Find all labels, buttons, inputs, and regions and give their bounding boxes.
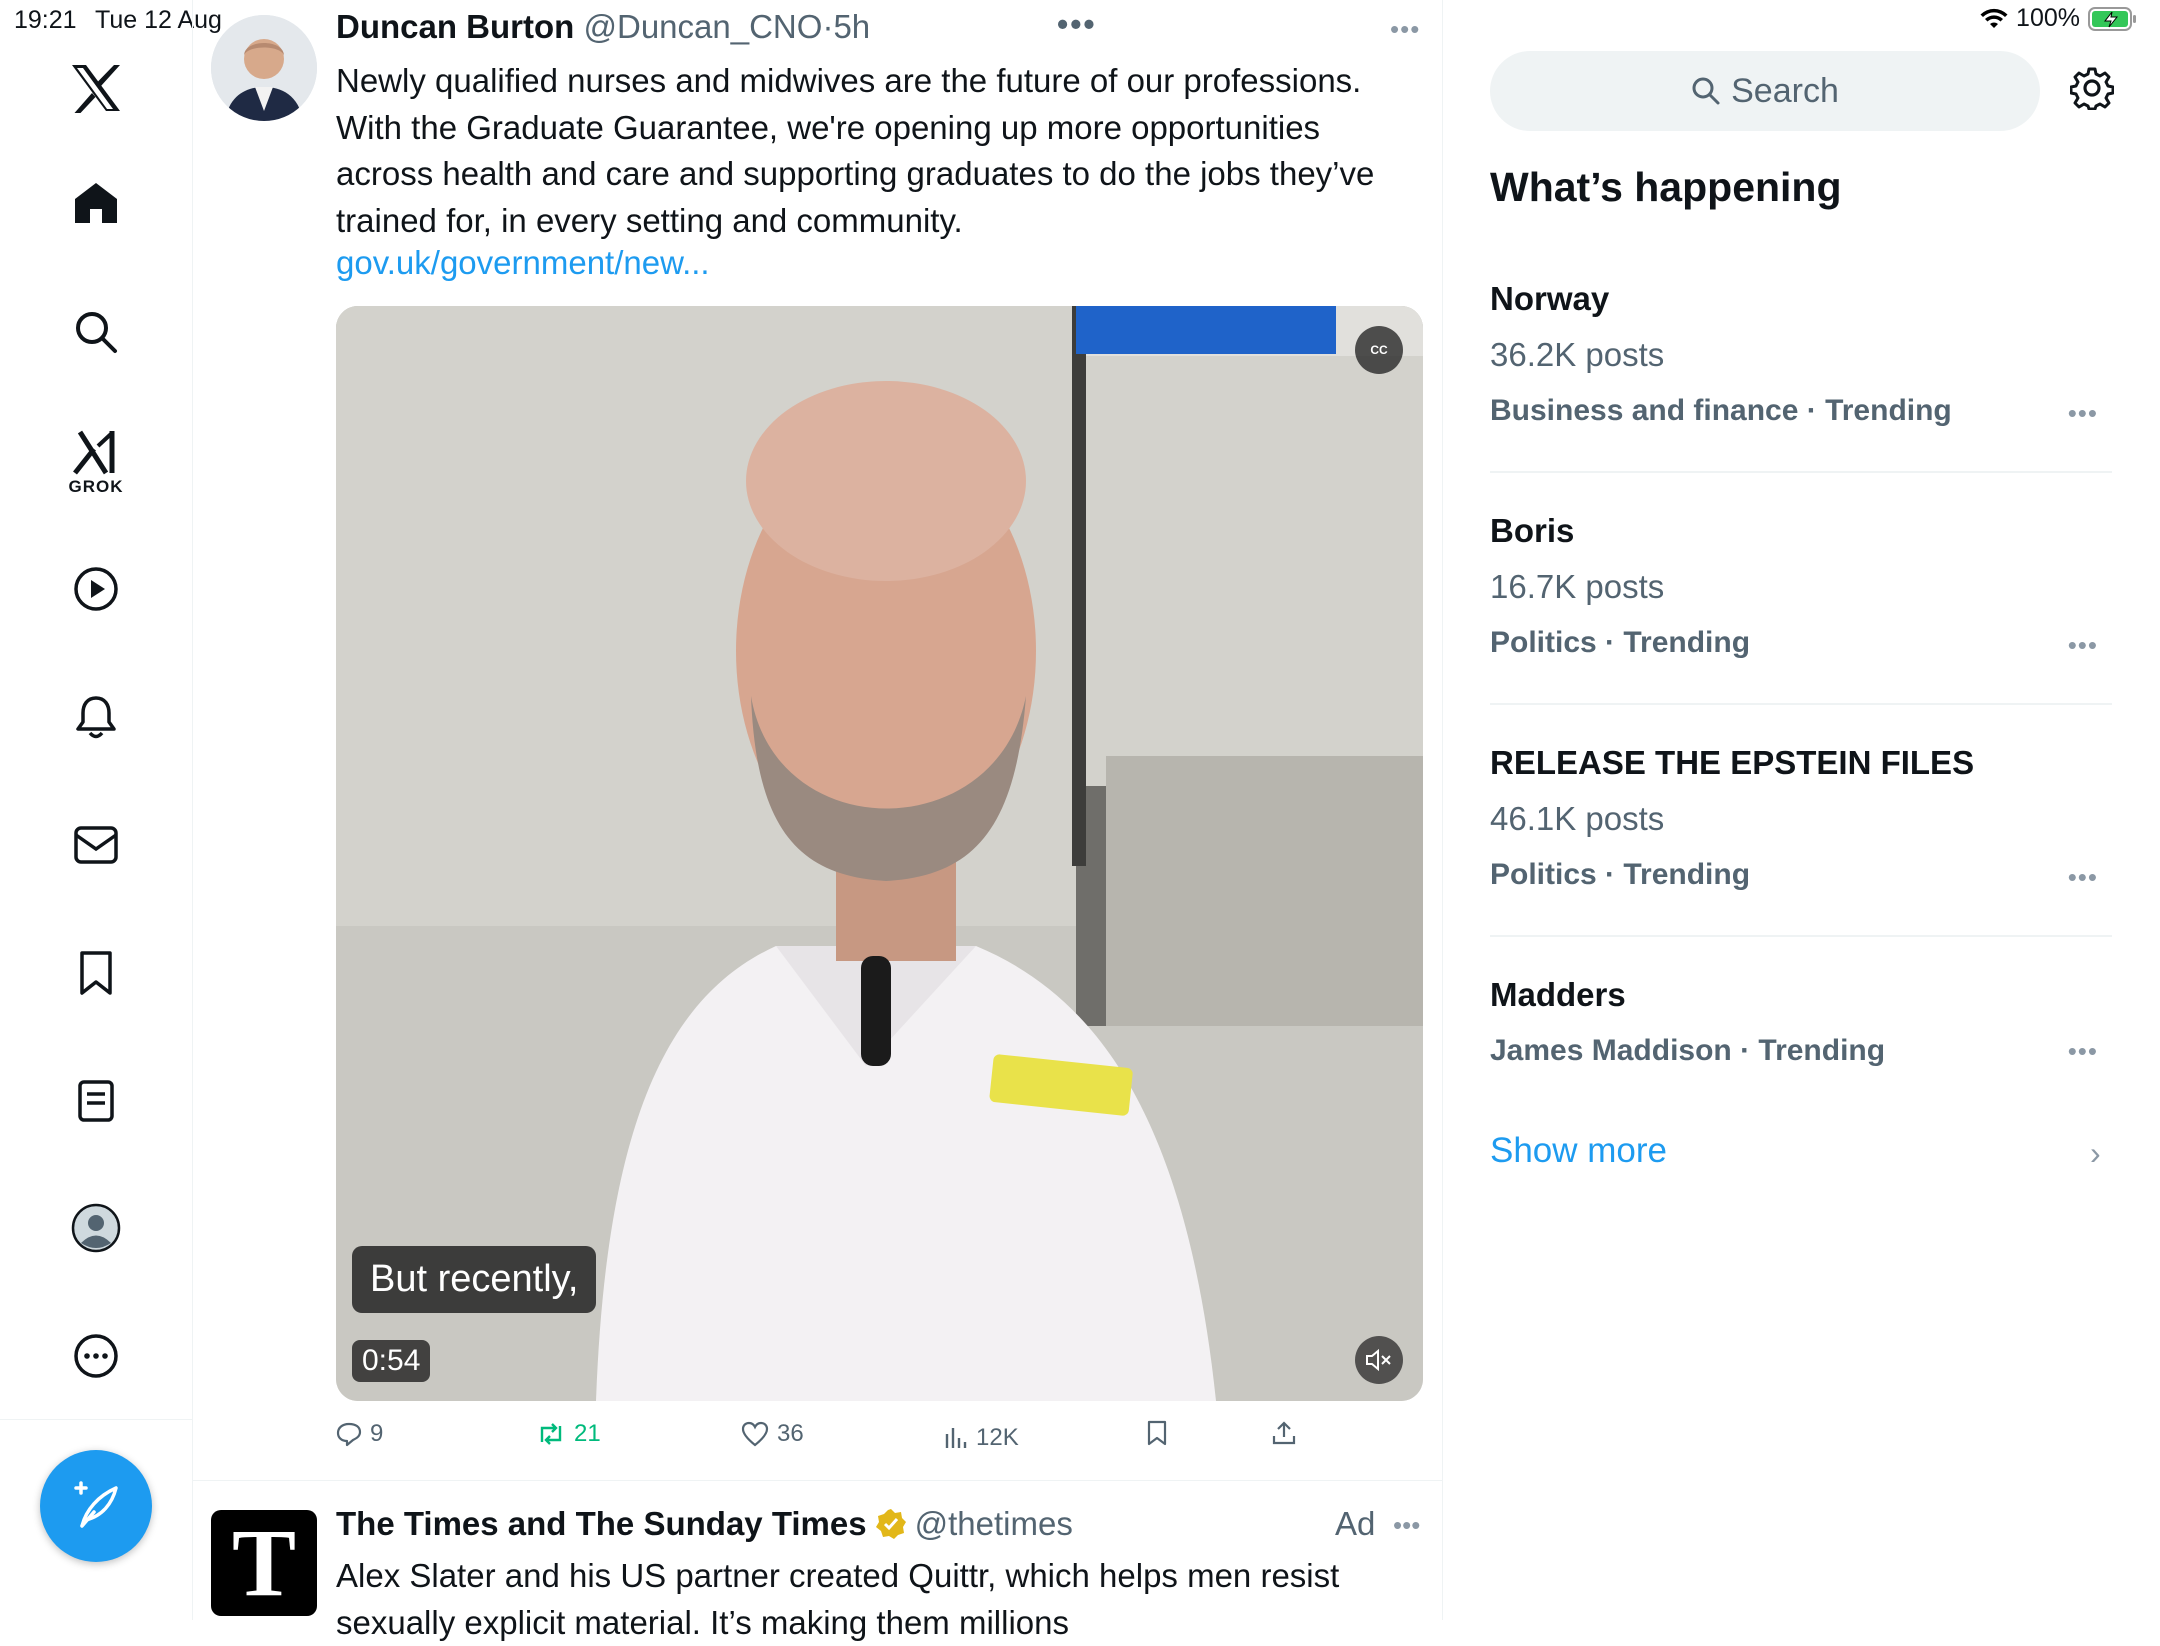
ad-author-name[interactable]: The Times and The Sunday Times — [336, 1505, 867, 1543]
notifications-icon[interactable] — [66, 687, 126, 747]
reply-icon — [336, 1422, 362, 1447]
ad-header: The Times and The Sunday Times @thetimes — [336, 1505, 1073, 1543]
speaker-muted-icon — [1366, 1348, 1391, 1372]
more-icon[interactable] — [66, 1326, 126, 1386]
video-player[interactable]: CC But recently, 0:54 — [336, 306, 1423, 1401]
heart-icon — [741, 1421, 769, 1447]
trend-divider — [1490, 935, 2112, 937]
messages-icon[interactable] — [66, 815, 126, 875]
trend-title: Norway — [1490, 280, 1610, 317]
battery-icon — [2088, 6, 2138, 32]
home-icon[interactable] — [66, 173, 126, 233]
view-count: 12K — [976, 1424, 1019, 1451]
verified-badge-icon — [875, 1509, 906, 1539]
search-placeholder: Search — [1731, 71, 1839, 110]
video-frame — [336, 306, 1423, 1401]
retweet-icon — [540, 1423, 562, 1445]
author-name[interactable]: Duncan Burton — [336, 8, 574, 45]
bookmarks-icon[interactable] — [66, 943, 126, 1003]
trend-more-icon[interactable]: ••• — [2068, 1036, 2098, 1067]
trend-item[interactable]: RELEASE THE EPSTEIN FILES 46.1K posts Po… — [1490, 744, 2110, 892]
left-nav: GROK — [0, 0, 193, 1620]
grok-icon[interactable] — [66, 422, 126, 482]
reply-count: 9 — [370, 1420, 384, 1447]
video-caption: But recently, — [352, 1246, 597, 1313]
tweet-link[interactable]: gov.uk/government/new... — [336, 244, 710, 282]
compose-quill-icon — [74, 1481, 118, 1528]
tweet-text: Newly qualified nurses and midwives are … — [336, 62, 1375, 239]
trend-posts: 16.7K posts — [1490, 568, 1665, 605]
tweet-actions: 9 21 36 12K — [336, 1420, 1416, 1460]
ad-label: Ad — [1335, 1505, 1376, 1542]
trend-item[interactable]: Boris 16.7K posts Politics · Trending ••… — [1490, 512, 2110, 660]
trend-divider — [1490, 703, 2112, 705]
x-logo-icon[interactable] — [66, 58, 126, 118]
trend-divider — [1490, 471, 2112, 473]
show-more-link[interactable]: Show more — [1490, 1131, 1667, 1171]
avatar[interactable] — [211, 15, 317, 121]
ad-more-icon[interactable]: ••• — [1393, 1510, 1420, 1541]
trend-more-icon[interactable]: ••• — [2068, 630, 2098, 661]
trend-title: Boris — [1490, 512, 1575, 549]
grok-label: GROK — [68, 477, 124, 496]
retweet-count: 21 — [574, 1420, 601, 1447]
wifi-icon — [1980, 8, 2008, 30]
reply-button[interactable]: 9 — [336, 1420, 383, 1448]
drag-handle-icon[interactable]: ••• — [1057, 6, 1097, 43]
section-title: What’s happening — [1490, 164, 1842, 210]
trend-more-icon[interactable]: ••• — [2068, 398, 2098, 429]
trend-category: Business and finance · Trending — [1490, 394, 1952, 427]
battery-percent: 100% — [2016, 4, 2080, 32]
views-button[interactable]: 12K — [944, 1424, 1019, 1452]
ad-avatar[interactable]: T — [211, 1510, 317, 1616]
search-input[interactable]: Search — [1490, 51, 2040, 131]
trend-category: Politics · Trending — [1490, 626, 1751, 659]
settings-gear-icon[interactable] — [2069, 66, 2115, 115]
header-separator: · — [822, 8, 834, 45]
tweet-time[interactable]: 5h — [833, 8, 870, 45]
bookmark-icon — [1147, 1420, 1167, 1446]
mute-button[interactable] — [1355, 1336, 1403, 1384]
author-handle[interactable]: @Duncan_CNO — [584, 8, 823, 45]
trend-category: Politics · Trending — [1490, 858, 1751, 891]
trend-item[interactable]: Norway 36.2K posts Business and finance … — [1490, 280, 2110, 428]
compose-button[interactable] — [40, 1450, 152, 1562]
trend-posts: 46.1K posts — [1490, 800, 1665, 837]
tweet-divider — [192, 1480, 1442, 1481]
retweet-button[interactable]: 21 — [536, 1420, 601, 1448]
trend-item[interactable]: Madders James Maddison · Trending ••• — [1490, 976, 2110, 1068]
like-button[interactable]: 36 — [741, 1420, 804, 1448]
tweet-header: Duncan Burton @Duncan_CNO·5h — [336, 8, 870, 46]
views-icon — [945, 1428, 967, 1448]
trend-category: James Maddison · Trending — [1490, 1034, 1886, 1067]
video-duration: 0:54 — [352, 1340, 431, 1382]
tweet-more-icon[interactable]: ••• — [1390, 14, 1420, 45]
share-button[interactable] — [1271, 1420, 1297, 1446]
video-icon[interactable] — [66, 559, 126, 619]
trend-title: RELEASE THE EPSTEIN FILES — [1490, 744, 1975, 781]
status-indicators: 100% — [1980, 4, 2138, 33]
bookmark-button[interactable] — [1146, 1420, 1168, 1446]
search-icon[interactable] — [66, 302, 126, 362]
ad-author-handle[interactable]: @thetimes — [915, 1505, 1073, 1543]
like-count: 36 — [777, 1420, 804, 1447]
chevron-right-icon[interactable]: › — [2090, 1135, 2101, 1172]
share-icon — [1272, 1421, 1296, 1445]
trend-more-icon[interactable]: ••• — [2068, 862, 2098, 893]
nav-divider — [0, 1419, 192, 1420]
profile-icon[interactable] — [66, 1198, 126, 1258]
closed-captions-button[interactable]: CC — [1355, 326, 1403, 374]
trend-title: Madders — [1490, 976, 1626, 1013]
lists-icon[interactable] — [66, 1071, 126, 1131]
trend-posts: 36.2K posts — [1490, 336, 1665, 373]
search-icon — [1692, 77, 1720, 105]
ad-text: Alex Slater and his US partner created Q… — [336, 1557, 1340, 1641]
